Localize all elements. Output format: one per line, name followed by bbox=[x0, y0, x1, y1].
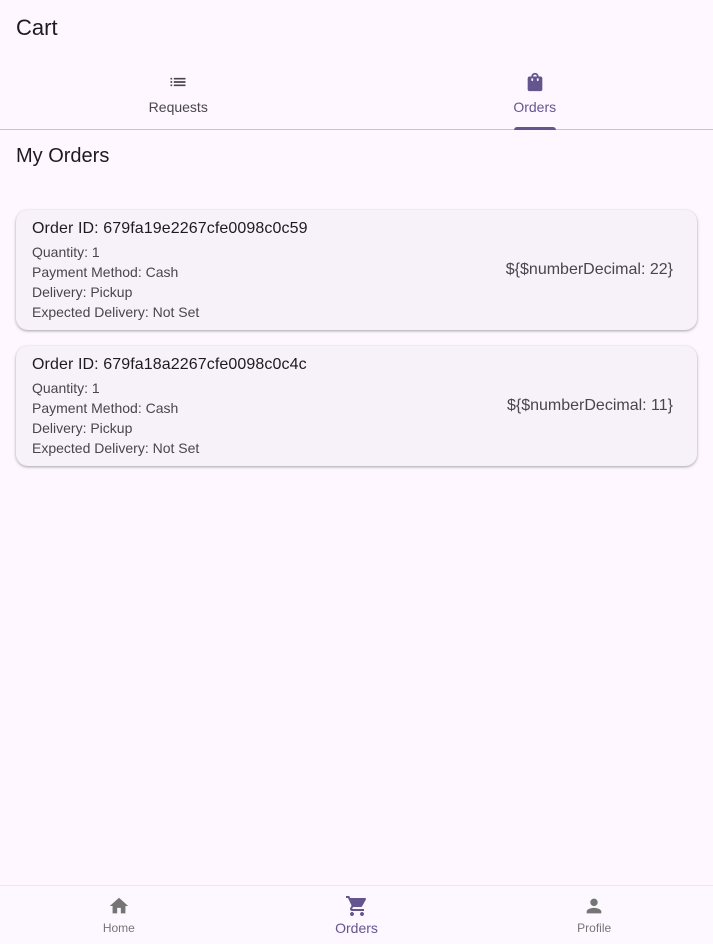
order-list: Order ID: 679fa19e2267cfe0098c0c59 Quant… bbox=[16, 210, 697, 466]
person-icon bbox=[582, 895, 606, 917]
list-icon bbox=[167, 71, 189, 93]
app-bar: Cart bbox=[0, 0, 713, 56]
app-root: Cart Requests Orders My Orders Order ID:… bbox=[0, 0, 713, 944]
active-tab-indicator bbox=[513, 127, 556, 130]
tab-bar: Requests Orders bbox=[0, 56, 713, 130]
nav-item-home-label: Home bbox=[102, 921, 135, 935]
nav-item-profile[interactable]: Profile bbox=[475, 886, 713, 944]
order-card[interactable]: Order ID: 679fa19e2267cfe0098c0c59 Quant… bbox=[16, 210, 697, 330]
order-delivery: Delivery: Pickup bbox=[32, 284, 133, 300]
order-expected-delivery: Expected Delivery: Not Set bbox=[32, 304, 200, 320]
order-card[interactable]: Order ID: 679fa18a2267cfe0098c0c4c Quant… bbox=[16, 346, 697, 466]
order-quantity: Quantity: 1 bbox=[32, 244, 100, 260]
page-title: Cart bbox=[16, 15, 58, 40]
nav-item-home[interactable]: Home bbox=[0, 886, 238, 944]
order-id: Order ID: 679fa19e2267cfe0098c0c59 bbox=[32, 220, 308, 237]
order-price: ${$numberDecimal: 22} bbox=[505, 261, 673, 278]
order-price: ${$numberDecimal: 11} bbox=[506, 397, 673, 414]
nav-item-profile-label: Profile bbox=[577, 921, 612, 935]
section-title: My Orders bbox=[16, 145, 110, 167]
order-quantity: Quantity: 1 bbox=[32, 380, 100, 396]
shopping-bag-icon bbox=[524, 71, 546, 93]
nav-item-orders[interactable]: Orders bbox=[238, 886, 476, 944]
home-icon bbox=[107, 895, 131, 917]
tab-orders[interactable]: Orders bbox=[357, 56, 713, 130]
order-id: Order ID: 679fa18a2267cfe0098c0c4c bbox=[32, 356, 307, 373]
order-delivery: Delivery: Pickup bbox=[32, 420, 133, 436]
nav-item-orders-label: Orders bbox=[335, 920, 378, 936]
tab-requests[interactable]: Requests bbox=[0, 56, 357, 129]
bottom-navigation: Home Orders Profile bbox=[0, 885, 713, 944]
order-expected-delivery: Expected Delivery: Not Set bbox=[32, 440, 200, 456]
tab-requests-label: Requests bbox=[148, 99, 208, 115]
tab-orders-label: Orders bbox=[513, 99, 557, 115]
cart-icon bbox=[345, 895, 369, 917]
